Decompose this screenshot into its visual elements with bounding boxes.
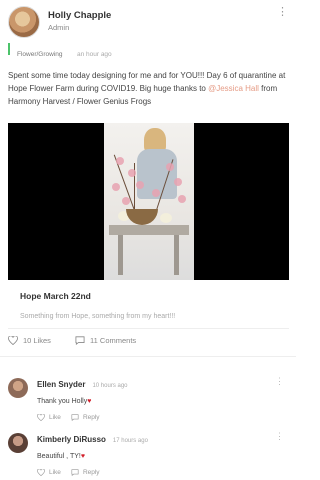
divider — [0, 356, 296, 357]
blossom — [136, 181, 144, 189]
blossom — [116, 157, 124, 165]
comments-button[interactable]: 11 Comments — [75, 336, 136, 345]
blossom — [178, 195, 186, 203]
comment-actions: Like Reply — [37, 414, 110, 421]
comment-time: 10 hours ago — [92, 383, 128, 389]
comment-text: Thank you Holly♥ — [37, 398, 91, 405]
comment-text-body: Beautiful , TY! — [37, 453, 81, 460]
blossom — [174, 178, 182, 186]
blossom — [112, 183, 120, 191]
comment-time: 17 hours ago — [112, 438, 148, 444]
comment-like-button[interactable]: Like — [37, 414, 61, 421]
bowl — [126, 209, 158, 225]
video-subtitle: Something from Hope, something from my h… — [20, 313, 176, 320]
author-name[interactable]: Holly Chapple — [48, 10, 111, 21]
commenter-name[interactable]: Ellen Snyder 10 hours ago — [37, 380, 128, 389]
post-category[interactable]: Flower/Growing — [17, 51, 63, 58]
comment-text: Beautiful , TY!♥ — [37, 453, 85, 460]
blossom — [152, 189, 160, 197]
like-button[interactable]: 10 Likes — [8, 336, 51, 345]
mention-link[interactable]: @Jessica Hall — [208, 84, 259, 93]
comment-reply-button[interactable]: Reply — [71, 469, 100, 476]
reply-label: Reply — [82, 414, 100, 421]
comment-reply-button[interactable]: Reply — [71, 414, 100, 421]
comment-menu-icon[interactable]: ⋮ — [275, 377, 284, 386]
heart-emoji-icon: ♥ — [87, 398, 92, 405]
post-video[interactable] — [8, 123, 289, 280]
commenter-avatar[interactable] — [8, 378, 28, 398]
table-top — [109, 225, 189, 235]
like-label: Like — [49, 469, 61, 476]
white-flower — [160, 213, 172, 223]
table-leg — [174, 235, 179, 275]
likes-count: 10 Likes — [23, 336, 51, 345]
comment-text-body: Thank you Holly — [37, 398, 88, 405]
comment-like-button[interactable]: Like — [37, 469, 61, 476]
post-time: an hour ago — [76, 51, 112, 58]
blossom — [166, 163, 174, 171]
reply-label: Reply — [82, 469, 100, 476]
post-menu-icon[interactable]: ⋮ — [277, 7, 288, 18]
table-leg — [118, 235, 123, 275]
author-role: Admin — [48, 23, 70, 32]
heart-outline-icon — [37, 469, 45, 476]
like-label: Like — [49, 414, 61, 421]
commenter-name-text: Ellen Snyder — [37, 380, 86, 389]
author-avatar[interactable] — [8, 6, 40, 38]
commenter-name[interactable]: Kimberly DiRusso 17 hours ago — [37, 435, 148, 444]
post-header: Holly Chapple Admin ⋮ — [8, 6, 288, 40]
blossom — [122, 197, 130, 205]
post-body: Spent some time today designing for me a… — [8, 69, 290, 108]
commenter-name-text: Kimberly DiRusso — [37, 435, 106, 444]
post-stats: 10 Likes 11 Comments — [8, 336, 158, 347]
divider — [8, 328, 289, 329]
blossom — [128, 169, 136, 177]
comment-menu-icon[interactable]: ⋮ — [275, 432, 284, 441]
reply-icon — [71, 469, 79, 476]
heart-emoji-icon: ♥ — [80, 453, 85, 460]
video-title: Hope March 22nd — [20, 291, 91, 301]
comment-icon — [75, 336, 85, 345]
comments-count: 11 Comments — [90, 336, 137, 345]
reply-icon — [71, 414, 79, 421]
heart-outline-icon — [8, 336, 18, 345]
comment-actions: Like Reply — [37, 469, 110, 476]
post-meta: Flower/Growing an hour ago — [8, 43, 112, 58]
video-frame — [104, 123, 194, 280]
commenter-avatar[interactable] — [8, 433, 28, 453]
heart-outline-icon — [37, 414, 45, 421]
